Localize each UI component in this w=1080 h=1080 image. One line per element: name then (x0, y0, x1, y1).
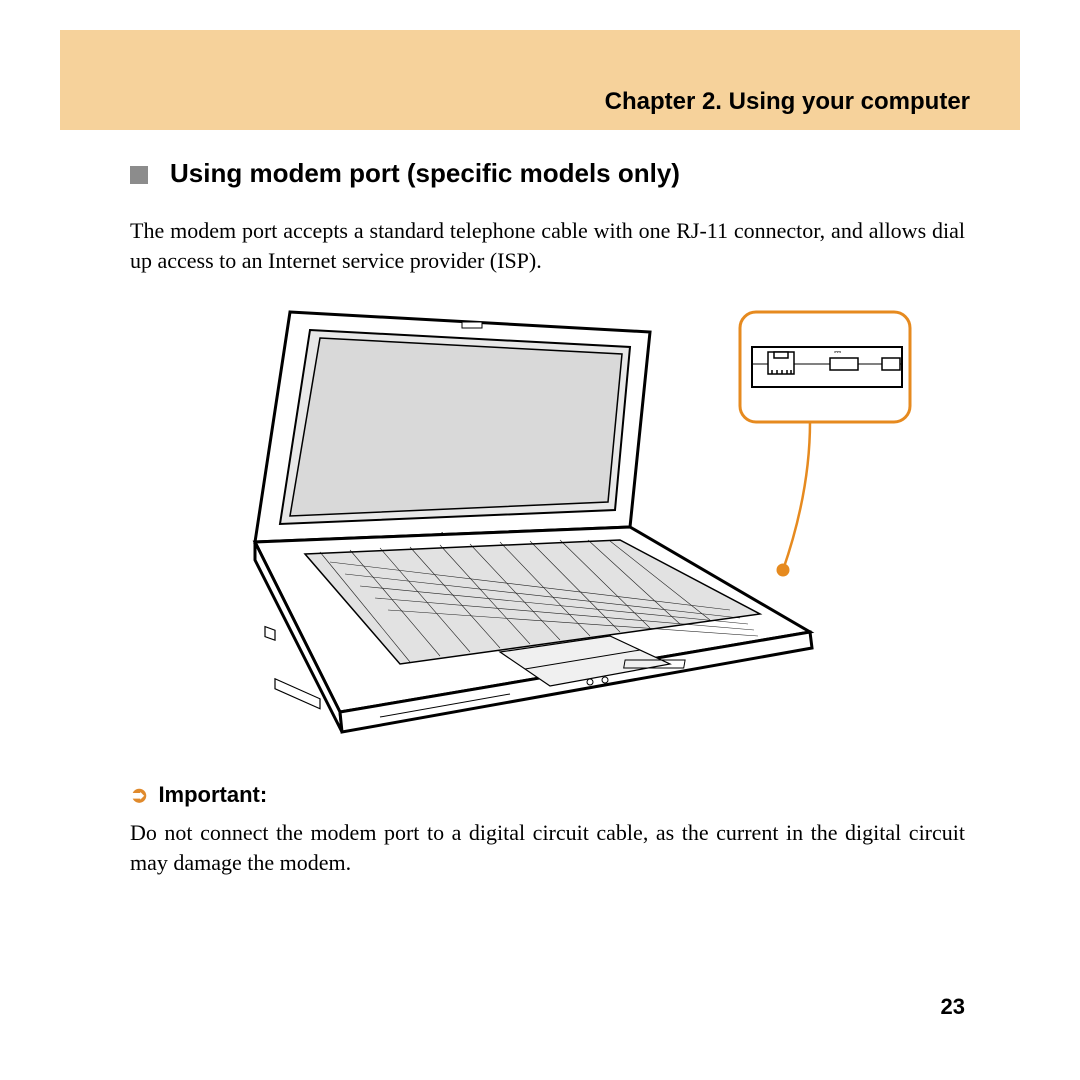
important-heading: ➲ Important: (130, 782, 267, 808)
section-heading: Using modem port (specific models only) (130, 158, 680, 189)
laptop-lid-icon: lenovo (255, 312, 650, 543)
section-title: Using modem port (specific models only) (170, 158, 680, 189)
arrow-bullet-icon: ➲ (130, 782, 148, 808)
modem-port-callout-icon: ⎓ (740, 312, 910, 422)
svg-text:⎓: ⎓ (834, 347, 841, 357)
callout-leader-icon (777, 412, 810, 576)
important-body-text: Do not connect the modem port to a digit… (130, 818, 965, 877)
important-label: Important: (158, 782, 267, 808)
page-number: 23 (941, 994, 965, 1020)
chapter-title: Chapter 2. Using your computer (605, 88, 970, 116)
section-body-text: The modem port accepts a standard teleph… (130, 216, 965, 275)
laptop-base-icon (255, 527, 812, 732)
laptop-modem-port-figure: lenovo (170, 292, 920, 752)
square-bullet-icon (130, 166, 148, 184)
